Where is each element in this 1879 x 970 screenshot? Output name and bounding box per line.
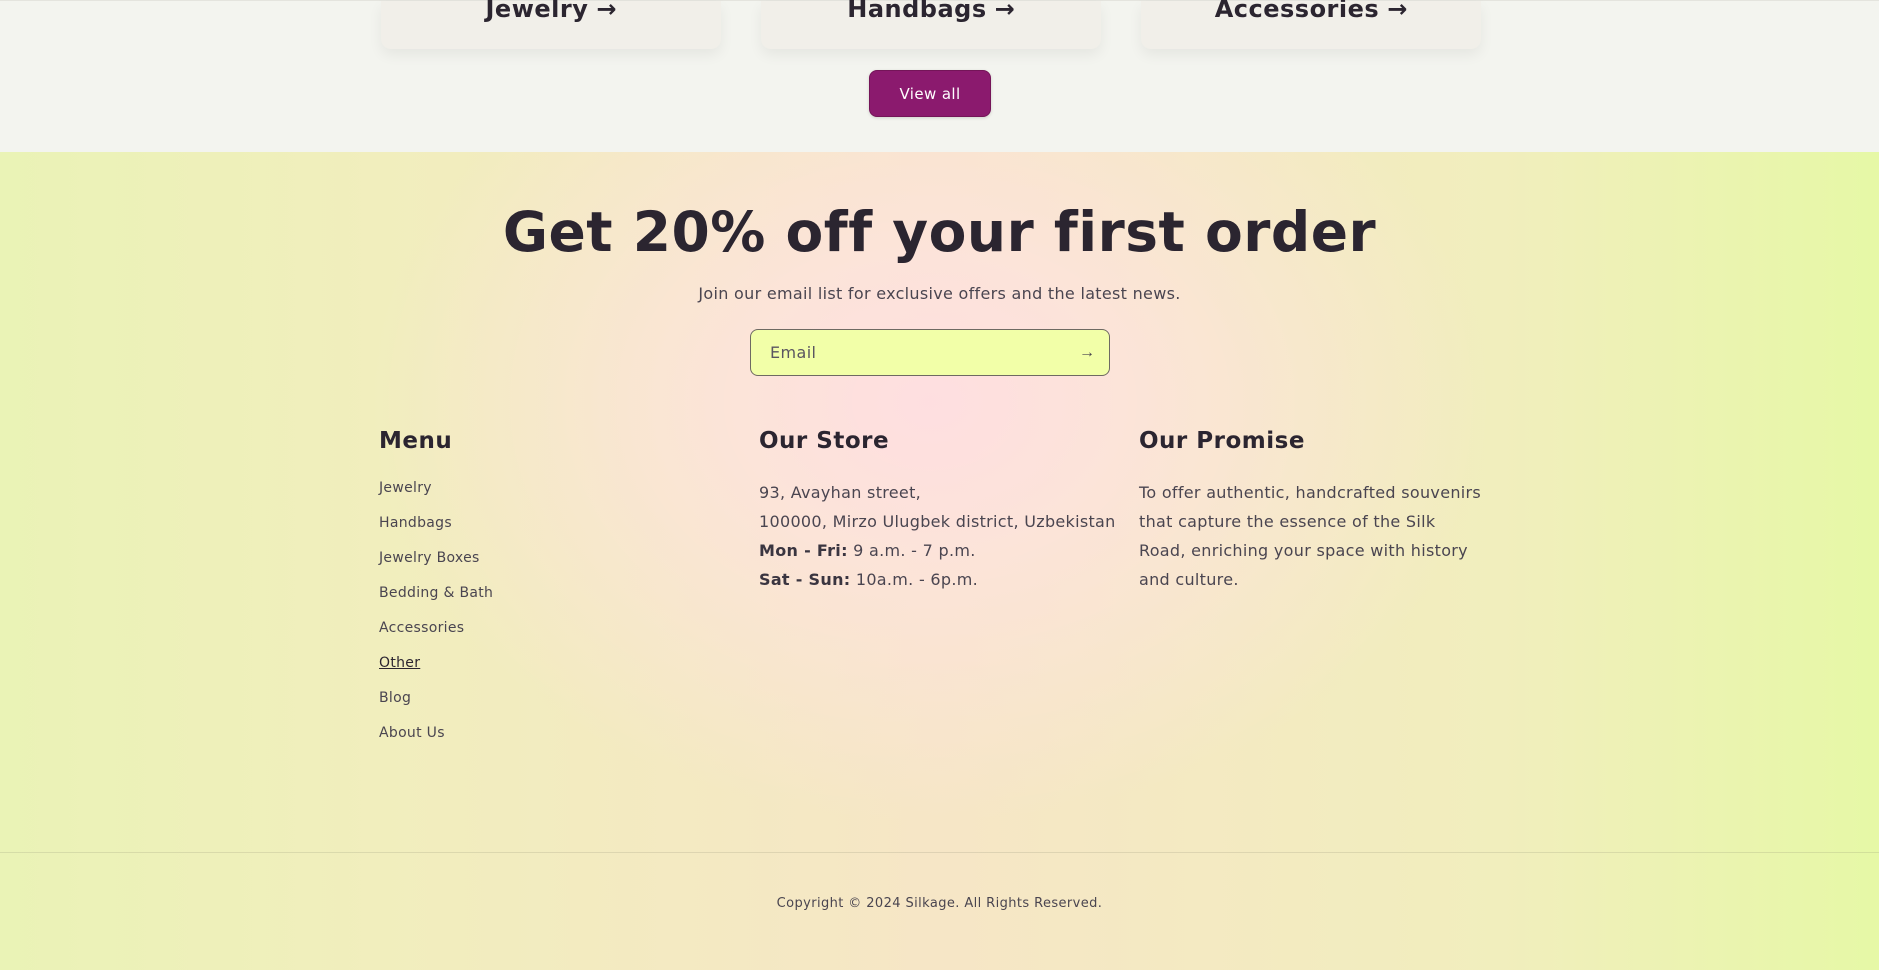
view-all-button[interactable]: View all bbox=[869, 70, 991, 117]
footer-menu-item: Accessories bbox=[379, 620, 493, 655]
copyright-text: Copyright © 2024 Silkage. All Rights Res… bbox=[776, 896, 1103, 911]
newsletter-form: → bbox=[750, 329, 1110, 376]
store-address-line1: 93, Avayhan street, bbox=[759, 483, 922, 502]
email-submit-button[interactable]: → bbox=[1065, 330, 1109, 375]
footer-link-blog[interactable]: Blog bbox=[379, 690, 411, 706]
collections-section: Jewelry → Handbags → Accessories → View … bbox=[0, 0, 1879, 152]
footer-menu-item: Jewelry bbox=[379, 480, 493, 515]
newsletter-subline: Join our email list for exclusive offers… bbox=[698, 284, 1181, 303]
arrow-right-icon: → bbox=[1079, 343, 1095, 361]
weekend-label: Sat - Sun: bbox=[759, 570, 851, 589]
collection-card-title: Accessories bbox=[1214, 0, 1380, 23]
footer-menu-item: Jewelry Boxes bbox=[379, 550, 493, 585]
store-address-line2: 100000, Mirzo Ulugbek district, Uzbekist… bbox=[759, 512, 1116, 531]
footer-promise-title: Our Promise bbox=[1139, 428, 1305, 454]
collection-card-title: Jewelry bbox=[485, 0, 589, 23]
weekday-hours: 9 a.m. - 7 p.m. bbox=[853, 541, 976, 560]
weekend-hours: 10a.m. - 6p.m. bbox=[855, 570, 979, 589]
footer-link-accessories[interactable]: Accessories bbox=[379, 620, 464, 636]
newsletter-headline: Get 20% off your first order bbox=[502, 200, 1377, 264]
footer-link-other[interactable]: Other bbox=[379, 655, 420, 671]
promise-text: To offer authentic, handcrafted souvenir… bbox=[1139, 483, 1482, 589]
footer-menu-list: Jewelry Handbags Jewelry Boxes Bedding &… bbox=[379, 480, 493, 760]
arrow-right-icon: → bbox=[994, 0, 1015, 23]
collection-card-handbags[interactable]: Handbags → bbox=[761, 0, 1101, 49]
collection-card-jewelry[interactable]: Jewelry → bbox=[381, 0, 721, 49]
arrow-right-icon: → bbox=[1387, 0, 1408, 23]
footer-menu-item-active: Other bbox=[379, 655, 493, 690]
store-info: 93, Avayhan street, 100000, Mirzo Ulugbe… bbox=[759, 478, 1116, 594]
collection-card-accessories[interactable]: Accessories → bbox=[1141, 0, 1481, 49]
footer-menu-title: Menu bbox=[379, 428, 453, 454]
store-hours-weekend: Sat - Sun: 10a.m. - 6p.m. bbox=[759, 565, 1116, 594]
collection-card-title: Handbags bbox=[847, 0, 987, 23]
footer-menu-item: About Us bbox=[379, 725, 493, 760]
footer-link-jewelry[interactable]: Jewelry bbox=[379, 480, 432, 496]
footer-link-jewelry-boxes[interactable]: Jewelry Boxes bbox=[379, 550, 480, 566]
footer-divider bbox=[0, 852, 1879, 853]
footer-menu-item: Handbags bbox=[379, 515, 493, 550]
footer-store-title: Our Store bbox=[759, 428, 890, 454]
arrow-right-icon: → bbox=[596, 0, 617, 23]
footer-link-handbags[interactable]: Handbags bbox=[379, 515, 452, 531]
footer-menu-item: Bedding & Bath bbox=[379, 585, 493, 620]
weekday-label: Mon - Fri: bbox=[759, 541, 848, 560]
store-hours-weekday: Mon - Fri: 9 a.m. - 7 p.m. bbox=[759, 536, 1116, 565]
email-input[interactable] bbox=[751, 330, 1065, 375]
footer-menu-item: Blog bbox=[379, 690, 493, 725]
footer-link-bedding-bath[interactable]: Bedding & Bath bbox=[379, 585, 493, 601]
footer-link-about-us[interactable]: About Us bbox=[379, 725, 445, 741]
